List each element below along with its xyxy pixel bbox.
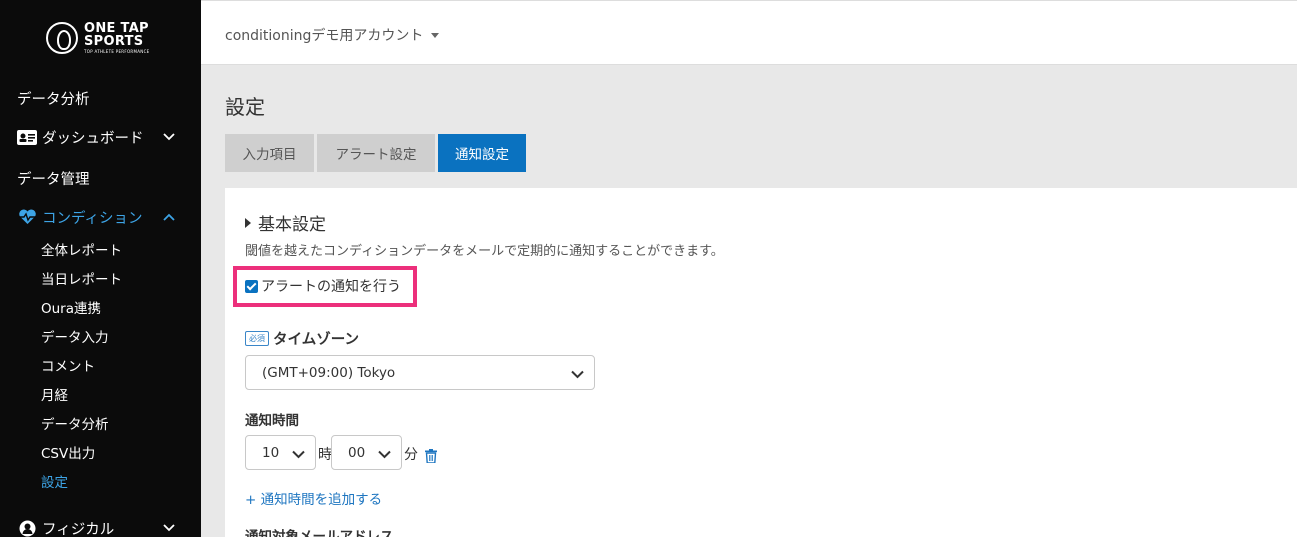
nav-condition-label: コンディション xyxy=(42,210,143,227)
caret-right-icon xyxy=(245,217,251,228)
id-card-icon xyxy=(17,129,37,145)
chevron-up-icon xyxy=(163,209,175,225)
timezone-label: タイムゾーン xyxy=(273,332,359,348)
nav-today-report[interactable]: 当日レポート xyxy=(41,268,122,288)
minute-value: 00 xyxy=(348,444,366,461)
account-switcher[interactable]: conditioningデモ用アカウント xyxy=(225,25,440,45)
logo-line2: SPORTS xyxy=(84,34,144,49)
hour-unit: 時 xyxy=(318,447,332,463)
minute-select[interactable]: 00 xyxy=(331,435,402,470)
alert-notify-label: アラートの通知を行う xyxy=(261,279,401,295)
notify-time-label: 通知時間 xyxy=(245,413,299,429)
nav-dashboard[interactable]: ダッシュボード xyxy=(17,127,187,147)
account-name: conditioningデモ用アカウント xyxy=(225,28,424,44)
basic-settings-title: 基本設定 xyxy=(258,215,326,235)
trash-icon[interactable] xyxy=(425,448,437,467)
logo-tagline: TOP ATHLETE PERFORMANCE xyxy=(84,49,150,54)
minute-unit: 分 xyxy=(404,447,418,463)
nav-data-analysis[interactable]: データ分析 xyxy=(17,88,90,109)
timezone-select[interactable]: (GMT+09:00) Tokyo xyxy=(245,355,595,390)
nav-condition[interactable]: コンディション xyxy=(17,207,187,227)
required-badge: 必須 xyxy=(245,331,269,346)
tab-alert-settings[interactable]: アラート設定 xyxy=(317,134,435,172)
chevron-down-icon xyxy=(571,367,584,383)
timezone-label-row: 必須 タイムゾーン xyxy=(245,328,359,349)
nav-dashboard-label: ダッシュボード xyxy=(42,130,144,147)
page-title: 設定 xyxy=(225,95,265,119)
tab-notification-settings[interactable]: 通知設定 xyxy=(438,134,526,172)
nav-csv-export[interactable]: CSV出力 xyxy=(41,442,95,462)
hour-value: 10 xyxy=(262,444,280,461)
nav-menstruation[interactable]: 月経 xyxy=(41,384,68,404)
nav-settings[interactable]: 設定 xyxy=(41,471,68,491)
heartbeat-icon xyxy=(17,209,37,225)
nav-data-input[interactable]: データ入力 xyxy=(41,326,109,346)
nav-physical-label: フィジカル xyxy=(42,521,115,537)
alert-notify-checkbox-row[interactable]: アラートの通知を行う xyxy=(245,276,401,296)
nav-sub-data-analysis[interactable]: データ分析 xyxy=(41,413,109,433)
basic-settings-description: 閾値を越えたコンディションデータをメールで定期的に通知することができます。 xyxy=(245,244,724,259)
add-notify-time-link[interactable]: + 通知時間を追加する xyxy=(245,488,382,508)
timezone-value: (GMT+09:00) Tokyo xyxy=(262,364,396,381)
hour-select[interactable]: 10 xyxy=(245,435,316,470)
nav-oura[interactable]: Oura連携 xyxy=(41,297,101,317)
one-tap-sports-logo[interactable]: ONE TAP SPORTS TOP ATHLETE PERFORMANCE xyxy=(46,22,150,54)
nav-data-management[interactable]: データ管理 xyxy=(17,168,90,189)
chevron-down-icon xyxy=(163,129,175,145)
chevron-down-icon xyxy=(378,447,391,463)
nav-overall-report[interactable]: 全体レポート xyxy=(41,239,122,259)
chevron-down-icon xyxy=(292,447,305,463)
nav-physical[interactable]: フィジカル xyxy=(17,518,187,537)
user-circle-icon xyxy=(17,520,37,536)
basic-settings-header[interactable]: 基本設定 xyxy=(245,210,326,235)
alert-notify-checkbox[interactable] xyxy=(245,279,258,293)
notify-email-label: 通知対象メールアドレス xyxy=(245,529,394,537)
tab-input-items[interactable]: 入力項目 xyxy=(225,134,314,172)
chevron-down-icon xyxy=(163,520,175,536)
caret-down-icon xyxy=(431,32,440,38)
top-bar: conditioningデモ用アカウント xyxy=(201,0,1297,65)
nav-comment[interactable]: コメント xyxy=(41,355,95,375)
logo-flame-icon xyxy=(46,22,78,54)
